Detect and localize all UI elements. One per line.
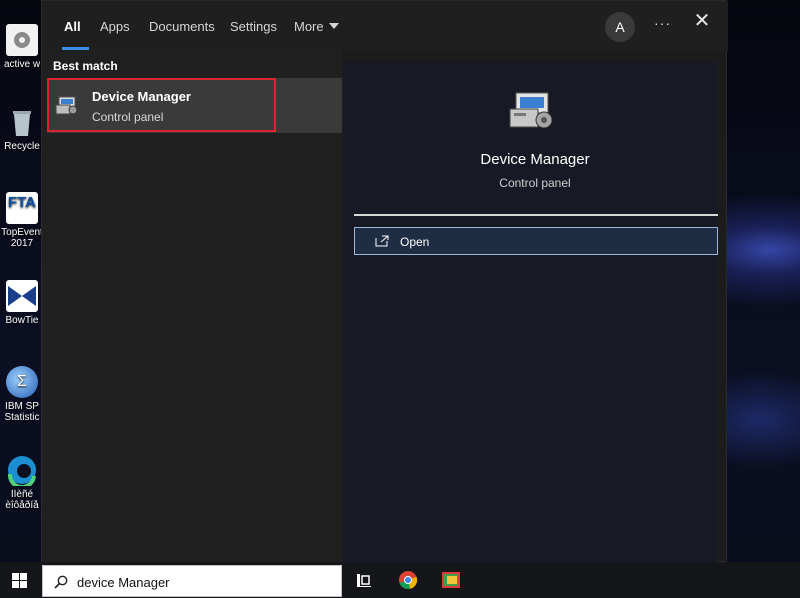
annotation-highlight-box [47,78,276,132]
taskbar-search-box[interactable]: device Manager [42,565,342,597]
task-view-icon[interactable] [354,570,374,590]
desktop-icon-recycle-bin[interactable]: Recycle [0,106,44,152]
taskbar: device Manager [0,562,800,598]
desktop-icon-spss[interactable]: Σ IBM SP Statistic [0,366,44,423]
tab-settings[interactable]: Settings [230,19,277,34]
tab-apps[interactable]: Apps [100,19,130,34]
device-manager-icon [509,92,553,129]
more-options-icon[interactable]: ··· [654,15,671,31]
desktop-icon-label: BowTie [5,315,39,326]
desktop-icon-topevent[interactable]: FTA TopEvent 2017 [0,192,44,249]
desktop-icon-label: active w [3,59,41,70]
detail-subtitle: Control panel [499,176,571,190]
recycle-bin-icon [6,106,38,138]
chevron-down-icon [328,23,339,29]
search-tabs: All Apps Documents Settings More A ··· ✕ [42,1,728,51]
detail-divider [354,214,718,216]
results-pane: Best match Device Manager Control panel [42,51,342,563]
desktop-icon-label-line2: èîôåðíå [5,500,39,511]
tab-all[interactable]: All [64,19,81,34]
desktop-icon-label: Recycle [4,141,40,152]
desktop-icon-label-line2: Statistic [4,412,40,423]
tab-more-label: More [294,19,324,34]
gear-icon [6,24,38,56]
desktop-icon-active[interactable]: active w [0,24,44,70]
search-input[interactable]: device Manager [77,575,170,590]
active-tab-indicator [62,47,89,50]
desktop-icon-label-line1: ÌÍèñé [10,489,34,500]
open-icon [375,235,389,247]
open-label: Open [400,235,430,249]
detail-title: Device Manager [480,151,590,168]
desktop-icon-edge[interactable]: ÌÍèñé èîôåðíå [0,454,44,511]
desktop-icon-bowtie[interactable]: BowTie [0,280,44,326]
fta-icon: FTA [6,192,38,224]
edge-icon [6,454,38,489]
close-icon[interactable]: ✕ [692,11,712,31]
fta-badge: FTA [7,194,37,211]
windows-start-icon[interactable] [12,573,27,588]
photos-icon[interactable] [441,570,461,590]
open-button[interactable]: Open [354,227,718,255]
tab-documents[interactable]: Documents [149,19,215,34]
detail-pane: Device Manager Control panel Open [343,61,718,563]
desktop-icon-label-line1: IBM SP [5,401,39,412]
user-avatar[interactable]: A [605,12,635,42]
section-title-best-match: Best match [53,59,118,73]
bowtie-icon [6,280,38,312]
desktop-icon-label-line1: TopEvent [1,227,43,238]
chrome-icon[interactable] [398,570,418,590]
search-flyout: All Apps Documents Settings More A ··· ✕… [41,0,728,563]
desktop-icon-label-line2: 2017 [10,238,34,249]
search-icon [54,575,68,589]
tab-more[interactable]: More [294,19,339,34]
spss-icon: Σ [6,366,38,398]
